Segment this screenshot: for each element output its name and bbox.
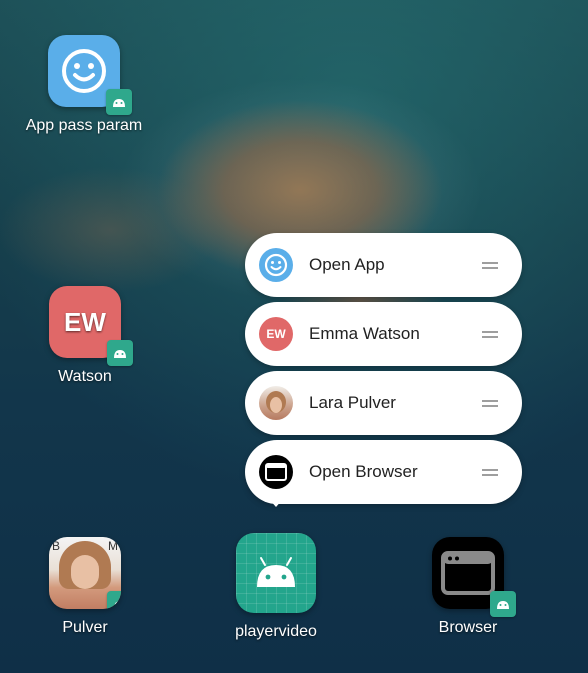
smiley-icon [48,35,132,115]
drag-handle-icon[interactable] [482,468,498,476]
app-label: Pulver [62,619,108,636]
app-icon-browser[interactable]: Browser [393,537,543,637]
shortcut-emma-watson[interactable]: EW Emma Watson [245,302,522,366]
browser-icon [259,455,293,489]
app-label: Browser [438,619,498,636]
photo-mark-b: B [52,539,61,553]
android-badge-icon [107,340,133,366]
drag-handle-icon[interactable] [482,261,498,269]
browser-icon [432,537,516,617]
shortcut-label: Open Browser [309,462,418,481]
app-label: playervideo [235,623,317,640]
app-label: Watson [58,368,112,385]
avatar-ew: EW [49,286,133,366]
shortcut-label: Open App [309,255,385,274]
avatar-initials: EW [64,306,106,337]
app-label: App pass param [25,117,143,134]
app-icon-watson[interactable]: EW Watson [10,286,160,386]
app-icon-pulver[interactable]: B M Pulver [10,537,160,637]
drag-handle-icon[interactable] [482,399,498,407]
photo-avatar: B M [49,537,121,609]
photo-face [71,555,99,589]
photo-mark-m: M [108,539,118,553]
shortcut-open-app[interactable]: Open App [245,233,522,297]
android-icon [236,533,316,613]
photo-avatar [259,386,293,420]
app-icon-app-pass-param[interactable]: App pass param [9,35,159,135]
android-badge-icon [107,591,121,609]
android-badge-icon [106,89,132,115]
avatar-ew: EW [259,317,293,351]
avatar-initials: EW [266,327,286,341]
app-icon-playervideo[interactable]: playervideo [201,533,351,641]
shortcut-label: Lara Pulver [309,393,396,412]
popup-pointer [269,499,283,507]
smiley-icon [259,248,293,282]
shortcut-open-browser[interactable]: Open Browser [245,440,522,504]
drag-handle-icon[interactable] [482,330,498,338]
shortcut-label: Emma Watson [309,324,420,343]
android-badge-icon [490,591,516,617]
shortcut-lara-pulver[interactable]: Lara Pulver [245,371,522,435]
